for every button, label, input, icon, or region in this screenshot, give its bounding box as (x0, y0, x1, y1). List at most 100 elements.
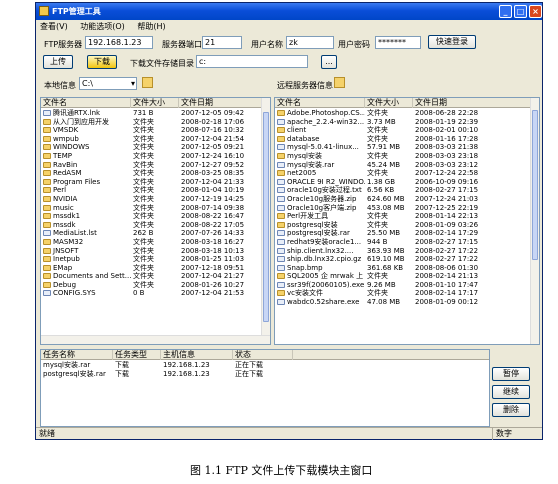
remote-col-name[interactable]: 文件名 (275, 98, 365, 108)
remote-cell-size: 624.60 MB (367, 194, 405, 203)
remote-scroll-thumb[interactable] (532, 110, 538, 260)
folder-icon (43, 264, 51, 271)
remote-cell-name: ssr39f(20060105).exe (287, 280, 365, 289)
local-row[interactable]: TEMP 文件夹 2007-12-24 16:10 (41, 152, 270, 161)
remote-folder-icon[interactable] (334, 77, 345, 88)
folder-up-icon[interactable] (142, 77, 153, 88)
local-row[interactable]: mssdk1 文件夹 2008-08-22 16:47 (41, 212, 270, 221)
local-cell-size: 文件夹 (133, 134, 154, 143)
task-list[interactable]: 任务名称 任务类型 主机信息 状态 mysql安装.rar 下载 192.168.1… (40, 349, 490, 427)
local-row[interactable]: RedASM 文件夹 2008-03-25 08:35 (41, 169, 270, 178)
local-row[interactable]: MediaList.lst 262 B 2007-07-26 14:33 (41, 229, 270, 238)
menu-help[interactable]: 帮助(H) (137, 22, 165, 31)
local-col-size[interactable]: 文件大小 (131, 98, 179, 108)
title-bar[interactable]: FTP管理工具 _ □ × (36, 3, 542, 20)
local-row[interactable]: mssdk 文件夹 2008-08-22 17:05 (41, 221, 270, 230)
close-button[interactable]: × (529, 5, 542, 18)
remote-row[interactable]: ship.db.lnx32.cpio.gz 619.10 MB 2008-02-27… (275, 255, 539, 264)
local-row[interactable]: Documents and Sett... 文件夹 2007-12-04 21:27 (41, 272, 270, 281)
local-row[interactable]: CONFIG.SYS 0 B 2007-12-04 21:53 (41, 289, 270, 298)
port-input[interactable]: 21 (202, 36, 242, 49)
local-row[interactable]: music 文件夹 2008-07-14 09:38 (41, 204, 270, 213)
tasks-row[interactable]: mysql安装.rar 下载 192.168.1.23 正在下载 (41, 361, 489, 370)
local-row[interactable]: MASM32 文件夹 2008-03-18 16:27 (41, 238, 270, 247)
upload-button[interactable]: 上传 (43, 55, 73, 69)
browse-button[interactable]: ... (321, 55, 337, 69)
local-cell-name: EMap (53, 263, 73, 272)
remote-cell-size: 文件夹 (367, 169, 388, 178)
maximize-button[interactable]: □ (514, 5, 527, 18)
task-col-host[interactable]: 主机信息 (161, 350, 233, 360)
remote-cell-date: 2008-02-27 17:22 (415, 255, 479, 264)
task-col-name[interactable]: 任务名称 (41, 350, 113, 360)
local-cell-size: 文件夹 (133, 143, 154, 152)
local-row[interactable]: 腾讯通RTX.lnk 731 B 2007-12-05 09:42 (41, 109, 270, 118)
remote-row[interactable]: Perl开发工具 文件夹 2008-01-14 22:13 (275, 212, 539, 221)
remote-row[interactable]: mysql安装 文件夹 2008-03-03 23:18 (275, 152, 539, 161)
remote-row[interactable]: mysql安装.rar 45.24 MB 2008-03-03 23:12 (275, 161, 539, 170)
local-row[interactable]: VMSDK 文件夹 2008-07-16 10:32 (41, 126, 270, 135)
remote-row[interactable]: client 文件夹 2008-02-01 00:10 (275, 126, 539, 135)
remote-file-list[interactable]: 文件名 文件大小 文件日期 Adobe.Photoshop.CS... 文件夹 20… (274, 97, 540, 345)
remote-row[interactable]: Snap.bmp 361.68 KB 2008-08-06 01:30 (275, 264, 539, 273)
remote-row[interactable]: SQL2005 企 mrwak 上文件夹 2008-02-14 21:13 (275, 272, 539, 281)
drive-select[interactable]: C:\ ▾ (79, 77, 137, 90)
remote-row[interactable]: net2005 文件夹 2007-12-24 22:58 (275, 169, 539, 178)
remote-row[interactable]: wabdc0.52share.exe 47.08 MB 2008-01-09 00:… (275, 298, 539, 307)
local-row[interactable]: WINDOWS 文件夹 2007-12-05 09:21 (41, 143, 270, 152)
remote-row[interactable]: ORACLE 9I R2_WINDO... 1.38 GB 2006-10-09 0… (275, 178, 539, 187)
remote-row[interactable]: Adobe.Photoshop.CS... 文件夹 2008-06-28 22:28 (275, 109, 539, 118)
download-dir-input[interactable]: c: (196, 55, 308, 68)
remote-row[interactable]: oracle10g安装过程.txt 6.56 KB 2008-02-27 17:15 (275, 186, 539, 195)
local-col-date[interactable]: 文件日期 (179, 98, 263, 108)
remote-cell-size: 文件夹 (367, 134, 388, 143)
remote-row[interactable]: apache_2.2.4-win32... 3.73 MB 2008-01-19 2… (275, 118, 539, 127)
remote-row[interactable]: postgresql安装 文件夹 2008-01-09 03:26 (275, 221, 539, 230)
remote-row[interactable]: mysql-5.0.41-linux... 57.91 MB 2008-03-03 … (275, 143, 539, 152)
download-button[interactable]: 下载 (87, 55, 117, 69)
remote-col-size[interactable]: 文件大小 (365, 98, 413, 108)
remote-row[interactable]: vc安装文件 文件夹 2008-02-14 17:17 (275, 289, 539, 298)
remote-row[interactable]: redhat9安装oracle1... 944 B 2008-02-27 17:15 (275, 238, 539, 247)
task-col-status[interactable]: 状态 (233, 350, 293, 360)
local-cell-size: 文件夹 (133, 194, 154, 203)
local-row[interactable]: Perl 文件夹 2008-01-04 10:19 (41, 186, 270, 195)
local-row[interactable]: Debug 文件夹 2008-01-26 10:27 (41, 281, 270, 290)
remote-row[interactable]: ssr39f(20060105).exe 9.26 MB 2008-01-10 17… (275, 281, 539, 290)
local-cell-size: 文件夹 (133, 160, 154, 169)
remote-row[interactable]: Oracle10g服务器.zip 624.60 MB 2007-12-24 21:0… (275, 195, 539, 204)
remote-row[interactable]: postgresql安装.rar 25.50 MB 2008-02-14 17:29 (275, 229, 539, 238)
minimize-button[interactable]: _ (499, 5, 512, 18)
quick-login-button[interactable]: 快速登录 (428, 35, 476, 49)
local-row[interactable]: Inetpub 文件夹 2008-01-25 11:03 (41, 255, 270, 264)
password-input[interactable]: ******* (375, 36, 421, 49)
menu-view[interactable]: 查看(V) (40, 22, 68, 31)
local-row[interactable]: EMap 文件夹 2007-12-18 09:51 (41, 264, 270, 273)
user-input[interactable]: zk (286, 36, 334, 49)
local-cell-date: 2008-07-16 10:32 (181, 126, 245, 135)
local-cell-name: TEMP (53, 151, 72, 160)
local-row[interactable]: RavBin 文件夹 2007-12-27 09:52 (41, 161, 270, 170)
remote-col-date[interactable]: 文件日期 (413, 98, 531, 108)
local-row[interactable]: Program Files 文件夹 2007-12-04 21:33 (41, 178, 270, 187)
local-scroll-thumb[interactable] (263, 112, 269, 322)
pause-button[interactable]: 暂停 (492, 367, 530, 381)
remote-row[interactable]: ship.client.lnx32.... 363.93 MB 2008-02-27… (275, 247, 539, 256)
delete-button[interactable]: 删除 (492, 403, 530, 417)
menu-options[interactable]: 功能选项(O) (80, 22, 125, 31)
task-col-type[interactable]: 任务类型 (113, 350, 161, 360)
local-file-list[interactable]: 文件名 文件大小 文件日期 腾讯通RTX.lnk 731 B 2007-12-05 … (40, 97, 271, 345)
tasks-row[interactable]: postgresql安装.rar 下载 192.168.1.23 正在下载 (41, 370, 489, 379)
remote-row[interactable]: Oracle10g客户端.zip 453.08 MB 2007-12-25 22:1… (275, 204, 539, 213)
local-col-name[interactable]: 文件名 (41, 98, 131, 108)
local-row[interactable]: NVIDIA 文件夹 2007-12-19 14:25 (41, 195, 270, 204)
local-horizontal-scrollbar[interactable] (41, 335, 270, 344)
remote-row[interactable]: database 文件夹 2008-01-16 17:28 (275, 135, 539, 144)
remote-vertical-scrollbar[interactable] (530, 98, 539, 344)
resume-button[interactable]: 继续 (492, 385, 530, 399)
local-vertical-scrollbar[interactable] (261, 98, 270, 344)
local-row[interactable]: JNSOFT 文件夹 2008-03-18 10:13 (41, 247, 270, 256)
local-row[interactable]: 从入门到应用开发 文件夹 2008-02-18 17:06 (41, 118, 270, 127)
local-row[interactable]: wmpub 文件夹 2007-12-04 21:54 (41, 135, 270, 144)
server-input[interactable]: 192.168.1.23 (85, 36, 153, 49)
